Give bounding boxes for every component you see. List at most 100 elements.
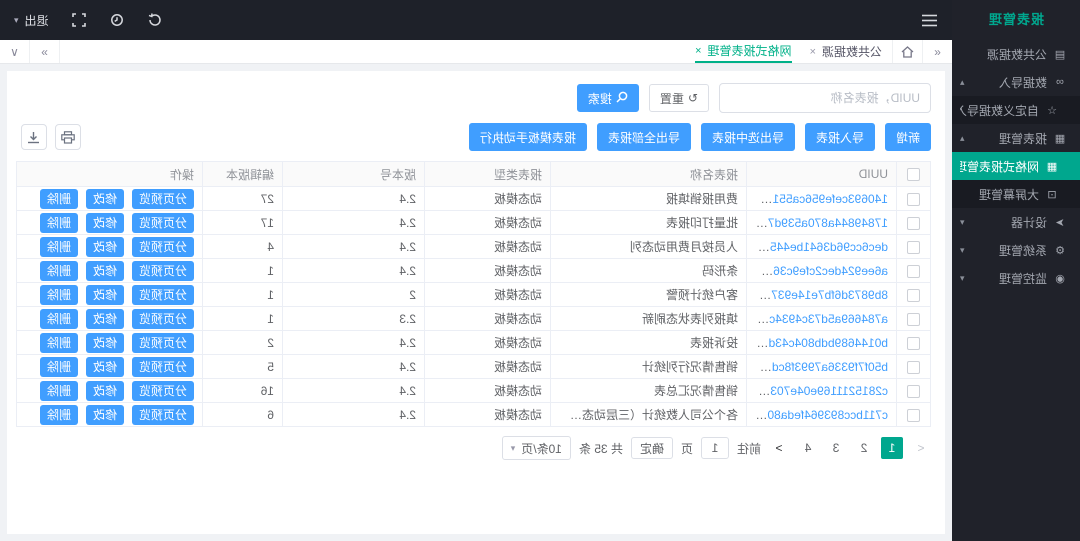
tabs-scroll-left-icon[interactable]: « xyxy=(922,40,952,63)
row-action-分页预览[interactable]: 分页预览 xyxy=(132,189,194,209)
sidebar-item-公共数据源[interactable]: ▤公共数据源 xyxy=(952,40,1080,68)
uuid-link[interactable]: 17849844a870a539d7086c6d3... xyxy=(747,216,889,230)
toolbar-button-导出全部报表[interactable]: 导出全部报表 xyxy=(597,123,691,151)
toolbar-button-报表模板手动执行[interactable]: 报表模板手动执行 xyxy=(469,123,587,151)
report-name: 投诉报表 xyxy=(551,331,747,355)
row-action-修改[interactable]: 修改 xyxy=(86,333,124,353)
row-checkbox[interactable] xyxy=(907,289,920,302)
row-action-删除[interactable]: 删除 xyxy=(40,261,78,281)
sidebar-item-系统管理[interactable]: ⚙系统管理▾ xyxy=(952,236,1080,264)
row-action-分页预览[interactable]: 分页预览 xyxy=(132,405,194,425)
uuid-link[interactable]: b0144689bdb804c43d59d85871a... xyxy=(747,336,889,350)
reset-button[interactable]: ↻ 重置 xyxy=(649,84,709,112)
report-version: 2.4 xyxy=(283,211,425,235)
logout-button[interactable]: 退出 ▾ xyxy=(14,12,49,29)
monitor-icon: ◉ xyxy=(1052,272,1068,285)
page-number-4[interactable]: 4 xyxy=(797,437,819,459)
tab-网格式报表管理[interactable]: 网格式报表管理× xyxy=(695,40,791,63)
sidebar-item-网格式报表管理[interactable]: ▦网格式报表管理 xyxy=(952,152,1080,180)
close-icon[interactable]: × xyxy=(695,45,701,57)
row-action-删除[interactable]: 删除 xyxy=(40,213,78,233)
row-action-修改[interactable]: 修改 xyxy=(86,357,124,377)
uuid-link[interactable]: dec6cc96d3641be44569ae18... xyxy=(747,240,889,254)
page-size-select[interactable]: 10条/页 ▾ xyxy=(502,436,571,460)
fullscreen-icon[interactable] xyxy=(71,12,87,28)
close-icon[interactable]: × xyxy=(810,46,816,58)
uuid-link[interactable]: b50f7f9336a7993f8cd553ccc22... xyxy=(747,360,889,374)
download-button[interactable] xyxy=(21,124,47,150)
tabs-scroll-right-icon[interactable]: » xyxy=(30,40,60,63)
toolbar-button-导入报表[interactable]: 导入报表 xyxy=(805,123,875,151)
toolbar-button-导出选中报表[interactable]: 导出选中报表 xyxy=(701,123,795,151)
row-action-分页预览[interactable]: 分页预览 xyxy=(132,285,194,305)
select-all-checkbox[interactable] xyxy=(907,168,920,181)
row-action-分页预览[interactable]: 分页预览 xyxy=(132,213,194,233)
row-action-删除[interactable]: 删除 xyxy=(40,405,78,425)
uuid-link[interactable]: a6ee924dec2cfe9c36315c902... xyxy=(747,264,889,278)
refresh-icon[interactable] xyxy=(147,12,163,28)
row-checkbox[interactable] xyxy=(907,313,920,326)
row-action-删除[interactable]: 删除 xyxy=(40,189,78,209)
goto-page-input[interactable] xyxy=(701,437,729,459)
row-checkbox[interactable] xyxy=(907,193,920,206)
prev-page-icon[interactable]: < xyxy=(911,437,931,459)
sidebar-item-自定义数据导入[interactable]: ☆自定义数据导入 xyxy=(952,96,1080,124)
row-checkbox[interactable] xyxy=(907,265,920,278)
row-action-删除[interactable]: 删除 xyxy=(40,285,78,305)
row-action-删除[interactable]: 删除 xyxy=(40,237,78,257)
tabs-menu-icon[interactable]: ∨ xyxy=(0,40,30,63)
row-action-删除[interactable]: 删除 xyxy=(40,381,78,401)
sidebar-item-数据导入[interactable]: ∞数据导入▴ xyxy=(952,68,1080,96)
row-action-分页预览[interactable]: 分页预览 xyxy=(132,357,194,377)
report-type: 动态模板 xyxy=(425,211,551,235)
page-number-3[interactable]: 3 xyxy=(825,437,847,459)
header-uuid: UUID xyxy=(747,162,897,187)
search-button[interactable]: 搜索 xyxy=(577,84,639,112)
row-action-修改[interactable]: 修改 xyxy=(86,189,124,209)
row-action-分页预览[interactable]: 分页预览 xyxy=(132,261,194,281)
row-action-删除[interactable]: 删除 xyxy=(40,333,78,353)
sidebar-item-大屏幕管理[interactable]: ⊡大屏幕管理 xyxy=(952,180,1080,208)
goto-confirm-button[interactable]: 确定 xyxy=(631,437,673,459)
row-action-修改[interactable]: 修改 xyxy=(86,381,124,401)
row-checkbox[interactable] xyxy=(907,337,920,350)
row-action-修改[interactable]: 修改 xyxy=(86,213,124,233)
row-actions: 分页预览修改删除 xyxy=(17,379,203,403)
row-action-修改[interactable]: 修改 xyxy=(86,285,124,305)
row-action-分页预览[interactable]: 分页预览 xyxy=(132,309,194,329)
row-checkbox[interactable] xyxy=(907,361,920,374)
search-input[interactable] xyxy=(719,83,931,113)
lock-icon[interactable] xyxy=(109,12,125,28)
row-action-修改[interactable]: 修改 xyxy=(86,237,124,257)
uuid-link[interactable]: c711bcc893964feda80ab52e0... xyxy=(747,408,889,422)
row-checkbox[interactable] xyxy=(907,241,920,254)
row-action-修改[interactable]: 修改 xyxy=(86,405,124,425)
uuid-link[interactable]: c2815211169e04e703483b7915... xyxy=(747,384,889,398)
menu-collapse-icon[interactable] xyxy=(922,12,938,28)
uuid-link[interactable]: 140693cefe956ca5516d6b666e2... xyxy=(747,192,889,206)
home-icon[interactable] xyxy=(892,40,922,63)
toolbar-button-新增[interactable]: 新增 xyxy=(885,123,931,151)
uuid-link[interactable]: 8b9873d6fb7e14e93794ee7fc1... xyxy=(747,288,889,302)
row-checkbox[interactable] xyxy=(907,385,920,398)
page-number-1[interactable]: 1 xyxy=(881,437,903,459)
row-action-删除[interactable]: 删除 xyxy=(40,309,78,329)
row-actions: 分页预览修改删除 xyxy=(17,283,203,307)
row-action-分页预览[interactable]: 分页预览 xyxy=(132,237,194,257)
row-action-分页预览[interactable]: 分页预览 xyxy=(132,381,194,401)
print-button[interactable] xyxy=(55,124,81,150)
next-page-icon[interactable]: > xyxy=(769,437,789,459)
row-action-分页预览[interactable]: 分页预览 xyxy=(132,333,194,353)
sidebar-item-监控管理[interactable]: ◉监控管理▾ xyxy=(952,264,1080,292)
row-checkbox[interactable] xyxy=(907,217,920,230)
tab-公共数据源[interactable]: 公共数据源× xyxy=(810,40,882,63)
caret-icon: ▾ xyxy=(960,217,965,228)
sidebar-item-设计器[interactable]: ➤设计器▾ xyxy=(952,208,1080,236)
page-number-2[interactable]: 2 xyxy=(853,437,875,459)
sidebar-item-报表管理[interactable]: ▦报表管理▴ xyxy=(952,124,1080,152)
row-action-删除[interactable]: 删除 xyxy=(40,357,78,377)
row-action-修改[interactable]: 修改 xyxy=(86,309,124,329)
row-checkbox[interactable] xyxy=(907,409,920,422)
row-action-修改[interactable]: 修改 xyxy=(86,261,124,281)
uuid-link[interactable]: a784669a5d73c4934c0bd5d11... xyxy=(747,312,889,326)
